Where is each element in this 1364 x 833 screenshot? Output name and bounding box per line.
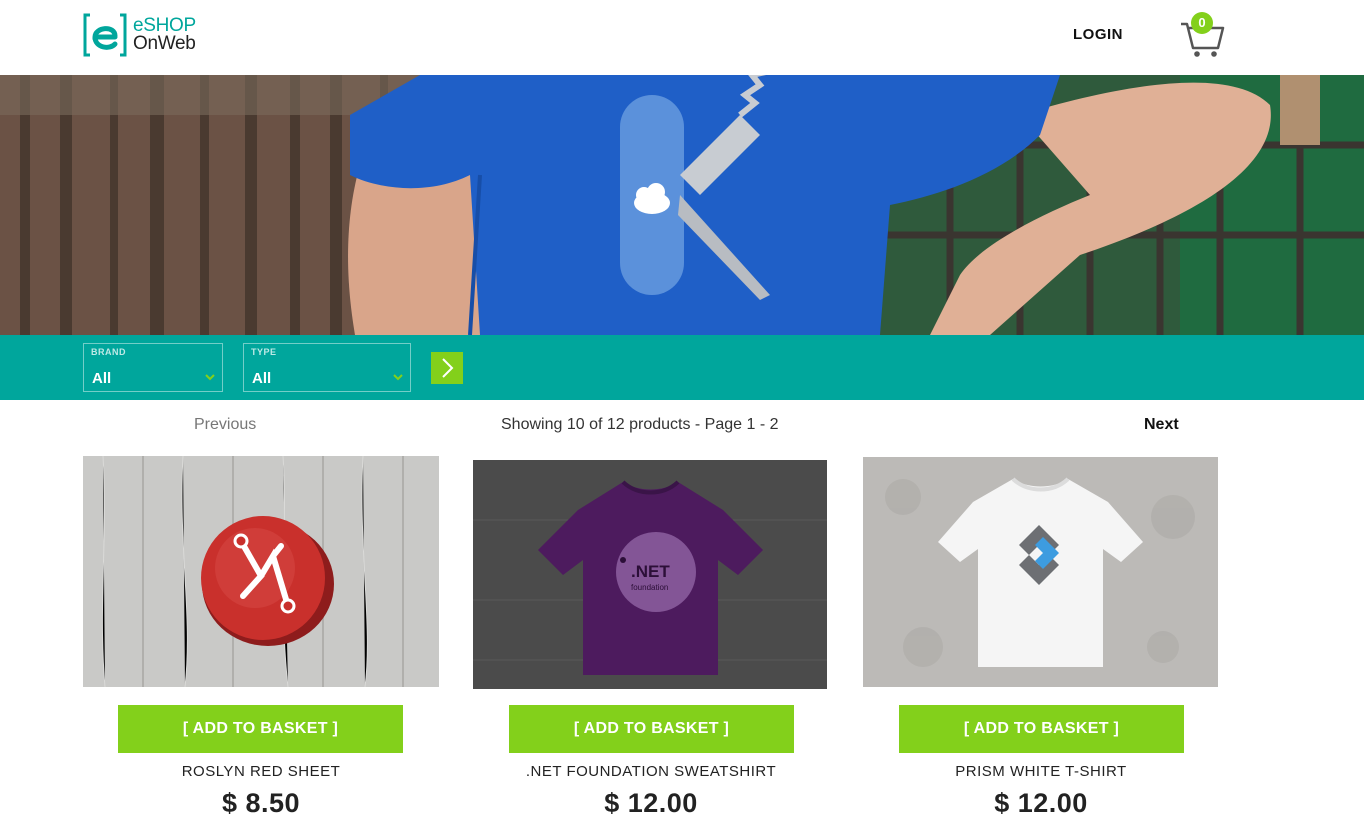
add-to-basket-button[interactable]: [ ADD TO BASKET ] bbox=[509, 705, 794, 753]
product-name: .NET FOUNDATION SWEATSHIRT bbox=[525, 763, 777, 780]
chevron-down-icon bbox=[205, 374, 215, 381]
add-to-basket-button[interactable]: [ ADD TO BASKET ] bbox=[118, 705, 403, 753]
logo-text: eSHOP OnWeb bbox=[133, 16, 196, 54]
prism-white-tshirt-image bbox=[863, 457, 1218, 687]
brand-filter-value: All bbox=[92, 370, 112, 387]
cart-count-badge: 0 bbox=[1191, 12, 1213, 34]
type-filter-label: TYPE bbox=[251, 347, 277, 357]
chevron-down-icon bbox=[393, 374, 403, 381]
cart-button[interactable]: 0 bbox=[1178, 12, 1226, 60]
product-name: PRISM WHITE T-SHIRT bbox=[955, 763, 1127, 780]
product-name: ROSLYN RED SHEET bbox=[181, 763, 341, 780]
add-to-basket-button[interactable]: [ ADD TO BASKET ] bbox=[899, 705, 1184, 753]
type-filter-select[interactable]: TYPE All bbox=[243, 343, 411, 392]
brand-filter-label: BRAND bbox=[91, 347, 126, 357]
chevron-right-icon bbox=[442, 358, 454, 378]
product-price: $ 8.50 bbox=[221, 788, 301, 818]
product-image bbox=[863, 457, 1218, 687]
brand-filter-select[interactable]: BRAND All bbox=[83, 343, 223, 392]
hero-image bbox=[0, 75, 1364, 335]
logo-line-2: OnWeb bbox=[133, 33, 196, 54]
net-foundation-sweatshirt-image: .NET foundation bbox=[473, 460, 827, 689]
logo-mark-icon bbox=[83, 13, 127, 57]
product-image bbox=[83, 456, 439, 687]
pager-info: Showing 10 of 12 products - Page 1 - 2 bbox=[501, 416, 779, 433]
apply-filter-button[interactable] bbox=[431, 352, 463, 384]
filter-bar: BRAND All TYPE All bbox=[0, 335, 1364, 400]
roslyn-badge-image bbox=[83, 456, 439, 687]
site-logo[interactable]: eSHOP OnWeb bbox=[82, 11, 212, 59]
previous-page-link[interactable]: Previous bbox=[194, 416, 256, 434]
hero-banner bbox=[0, 75, 1364, 335]
next-page-link[interactable]: Next bbox=[1144, 416, 1179, 434]
login-link[interactable]: LOGIN bbox=[1073, 26, 1123, 43]
type-filter-value: All bbox=[252, 370, 272, 387]
product-price: $ 12.00 bbox=[604, 788, 698, 818]
product-price: $ 12.00 bbox=[994, 788, 1088, 818]
svg-text:.NET: .NET bbox=[631, 562, 670, 581]
site-header: eSHOP OnWeb LOGIN 0 bbox=[0, 0, 1364, 75]
product-image: .NET foundation bbox=[473, 460, 827, 689]
svg-text:foundation: foundation bbox=[631, 583, 668, 592]
